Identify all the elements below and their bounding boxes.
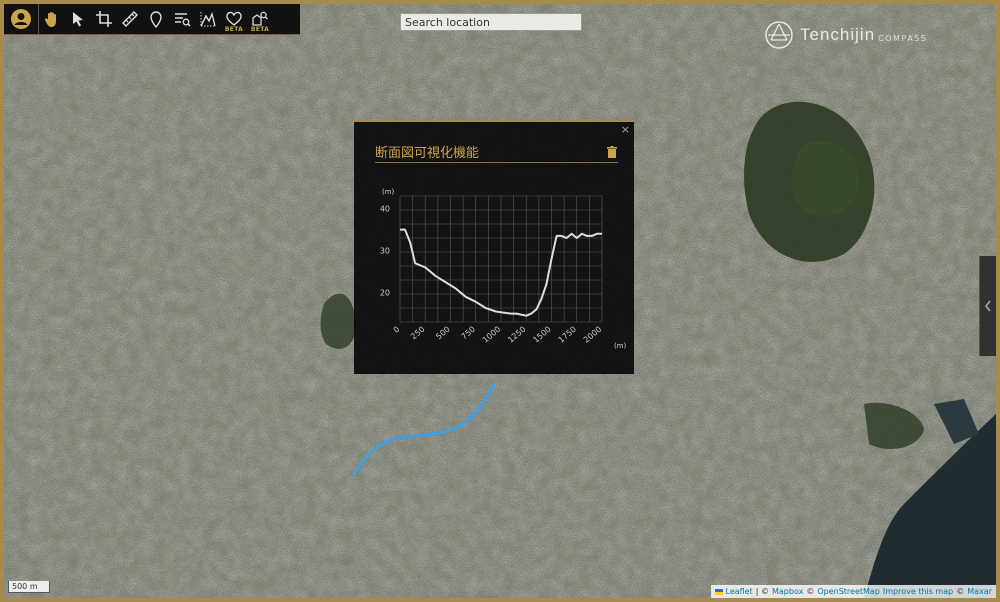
profile-tool-button[interactable] [195,4,221,34]
pin-icon [150,11,162,28]
y-tick-label: 40 [380,205,390,214]
pointer-tool-button[interactable] [65,4,91,34]
y-tick-label: 20 [380,289,390,298]
pointer-icon [73,12,83,27]
maxar-link[interactable]: Maxar [967,587,992,596]
hand-tool-button[interactable] [39,4,65,34]
x-tick-label: 750 [460,325,477,342]
y-tick-label: 30 [380,247,390,256]
x-tick-label: 1750 [557,325,578,345]
x-tick-label: 500 [434,325,451,342]
beta-badge: BETA [250,26,270,33]
search-input[interactable] [400,13,582,31]
ukraine-flag-icon [714,588,723,595]
brand-sub: COMPASS [878,34,928,43]
layer-search-icon [175,13,191,27]
toolbar: BETA BETA [4,4,300,35]
attribution-sep: | © [755,587,769,596]
mapbox-link[interactable]: Mapbox [772,587,803,596]
x-tick-label: 1000 [481,325,502,345]
elevation-chart: 20 30 40 0 250 500 750 1000 1250 1500 1750 2000 (m) (… [380,188,627,350]
pin-tool-button[interactable] [143,4,169,34]
improve-map-link[interactable]: Improve this map [883,587,953,596]
close-button[interactable]: × [621,123,630,136]
y-axis-label: (m) [382,188,395,196]
heart-pin-tool-button[interactable]: BETA [221,4,247,34]
attribution-sep: © [956,587,965,596]
attribution-sep: © [806,587,815,596]
x-axis-label: (m) [614,342,627,350]
brand-name: Tenchijin [800,25,876,44]
trash-icon[interactable] [607,146,617,158]
x-tick-label: 1500 [531,325,552,345]
crop-tool-button[interactable] [91,4,117,34]
crop-icon [96,11,112,27]
map-scale: 500 m [8,581,50,593]
brand-logo: Tenchijin COMPASS [764,20,927,50]
tenchijin-logo-icon [765,21,793,49]
user-avatar[interactable] [4,4,39,34]
x-tick-label: 250 [409,325,426,342]
beta-badge: BETA [224,26,244,33]
building-search-tool-button[interactable]: BETA [247,4,273,34]
title-divider [375,162,618,163]
x-tick-label: 2000 [582,325,603,345]
osm-link[interactable]: OpenStreetMap [817,587,880,596]
popup-title: 断面図可視化機能 [375,146,480,161]
side-panel-handle[interactable] [979,256,996,356]
profile-icon [200,11,216,27]
x-tick-label: 1250 [506,325,527,345]
leaflet-link[interactable]: Leaflet [726,587,753,596]
user-icon [11,9,31,29]
hand-icon [44,12,56,27]
elevation-profile-popup: × 断面図可視化機能 20 30 40 0 250 500 750 1000 1250 1500 1… [354,120,634,374]
ruler-tool-button[interactable] [117,4,143,34]
map-attribution: Leaflet | © Mapbox © OpenStreetMap Impro… [710,585,996,598]
layer-search-tool-button[interactable] [169,4,195,34]
ruler-icon [122,11,138,27]
chevron-left-icon [985,300,991,312]
map-app: BETA BETA Tenchijin COMPASS × 断面図可視化機能 2… [0,0,1000,602]
x-tick-label: 0 [392,325,402,335]
